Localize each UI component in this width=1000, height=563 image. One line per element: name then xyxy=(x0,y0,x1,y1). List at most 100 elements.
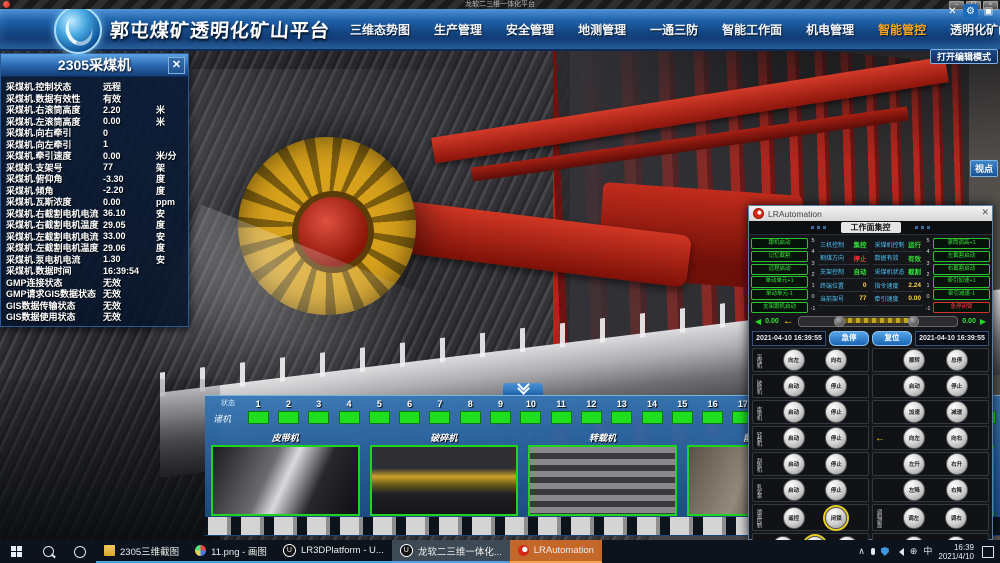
channel-cell: 6 xyxy=(394,396,424,432)
adjust-right-button[interactable]: 调右 xyxy=(945,507,967,529)
nav-item[interactable]: 一通三防 xyxy=(650,21,698,38)
security-shield-icon[interactable] xyxy=(881,547,889,556)
command-button[interactable]: 单动单元+1 xyxy=(751,276,808,287)
spray-remote-button[interactable]: 遥控 xyxy=(783,507,805,529)
channel-number: 3 xyxy=(316,399,321,409)
equipment-button[interactable]: 停止 xyxy=(946,375,968,397)
equipment-button[interactable]: 停止 xyxy=(825,427,847,449)
command-button[interactable]: 急停闭锁 xyxy=(933,302,990,313)
data-row: 采煤机.左截割电机电流 33.00 安 xyxy=(6,230,184,242)
gear-icon[interactable]: ⚙ xyxy=(963,4,978,19)
equipment-button[interactable]: 停止 xyxy=(825,479,847,501)
fullscreen-icon[interactable]: ▣ xyxy=(981,4,996,19)
command-button[interactable]: 远程启动 xyxy=(751,264,808,275)
equipment-button[interactable]: 启动 xyxy=(783,427,805,449)
nav-item[interactable]: 生产管理 xyxy=(434,21,482,38)
windows-logo-icon xyxy=(11,546,22,557)
equipment-button[interactable]: 右升 xyxy=(946,453,968,475)
equipment-button[interactable]: 减速 xyxy=(946,401,968,423)
taskbar-app[interactable]: U 龙软二三维一体化... xyxy=(392,540,510,563)
taskbar-app[interactable]: 2305三维截图 xyxy=(96,540,187,563)
notification-center-icon[interactable] xyxy=(982,546,994,558)
timestamp-left: 2021-04-10 16:39:55 xyxy=(752,331,826,346)
command-button[interactable]: 牵引加速+1 xyxy=(933,276,990,287)
status-value: 0.00 xyxy=(908,295,921,302)
command-button[interactable]: 滚筒调高+1 xyxy=(933,238,990,249)
equipment-button[interactable]: 左降 xyxy=(903,479,925,501)
status-cell: 牵引速度 0.00 xyxy=(873,292,924,306)
nav-item[interactable]: 三维态势图 xyxy=(350,21,410,38)
close-icon[interactable]: ✕ xyxy=(168,57,185,74)
speaker-icon[interactable] xyxy=(895,548,904,556)
reset-button[interactable]: 复位 xyxy=(872,331,912,346)
scale-tick: 4 xyxy=(926,250,929,256)
command-button[interactable]: 记忆截割 xyxy=(751,251,808,262)
nav-item[interactable]: 安全管理 xyxy=(506,21,554,38)
equipment-button[interactable]: 右降 xyxy=(946,479,968,501)
equipment-button[interactable]: 向右 xyxy=(946,427,968,449)
start-button[interactable] xyxy=(0,540,32,563)
status-label: 三机控制 xyxy=(820,240,844,249)
equipment-button[interactable]: 停止 xyxy=(825,453,847,475)
channel-number: 1 xyxy=(256,399,261,409)
slider-knob-left[interactable] xyxy=(834,316,845,327)
row-label: GIS数据使用状态 xyxy=(6,310,103,323)
equipment-button[interactable]: 向左 xyxy=(903,427,925,449)
equipment-button[interactable]: 停止 xyxy=(825,401,847,423)
cortana-button[interactable] xyxy=(64,540,96,563)
equipment-button[interactable]: 启动 xyxy=(783,401,805,423)
shearer-position-slider[interactable] xyxy=(798,316,958,327)
command-button[interactable]: 牵引减速-1 xyxy=(933,289,990,300)
camera-feed[interactable] xyxy=(370,445,519,516)
channel-status-block xyxy=(702,411,723,424)
equipment-button[interactable]: 启动 xyxy=(783,479,805,501)
taskbar-clock[interactable]: 16:39 2021/4/10 xyxy=(938,543,974,561)
close-icon[interactable]: ✕ xyxy=(981,207,989,218)
nav-item[interactable]: 智能工作面 xyxy=(722,21,782,38)
equipment-button[interactable]: 总停 xyxy=(946,349,968,371)
equipment-button[interactable]: 左升 xyxy=(903,453,925,475)
equipment-button[interactable]: 停止 xyxy=(825,375,847,397)
nav-item[interactable]: 智能管控 xyxy=(878,21,926,38)
nav-item[interactable]: 机电管理 xyxy=(806,21,854,38)
spray-lock-button[interactable]: 闭锁 xyxy=(825,507,847,529)
camera-feed[interactable] xyxy=(211,445,360,516)
taskbar-app[interactable]: LRAutomation xyxy=(510,540,602,563)
microphone-icon[interactable] xyxy=(871,548,875,555)
open-edit-mode-button[interactable]: 打开编辑模式 xyxy=(930,49,998,64)
command-button[interactable]: 支架跟机启动 xyxy=(751,302,808,313)
network-globe-icon[interactable]: ⊕ xyxy=(910,547,918,556)
adjust-left-button[interactable]: 调左 xyxy=(903,507,925,529)
tab-workface-control[interactable]: 工作面集控 xyxy=(841,222,901,233)
taskbar-search-button[interactable] xyxy=(32,540,64,563)
command-button[interactable]: 跟机启动 xyxy=(751,238,808,249)
equipment-button[interactable]: 向左 xyxy=(783,349,805,371)
equipment-button[interactable]: 启动 xyxy=(783,453,805,475)
collapse-panel-button[interactable] xyxy=(503,383,543,395)
nav-item[interactable]: 地测管理 xyxy=(578,21,626,38)
command-button[interactable]: 单动单元-1 xyxy=(751,289,808,300)
platform-title: 郭屯煤矿透明化矿山平台 xyxy=(109,16,331,43)
camera-feed[interactable] xyxy=(528,445,677,516)
hidden-icons-chevron[interactable]: ∧ xyxy=(858,547,865,556)
channel-status-block xyxy=(551,411,572,424)
command-button[interactable]: 左截割启动 xyxy=(933,251,990,262)
taskbar-app[interactable]: 11.png - 画图 xyxy=(187,540,275,563)
channel-status-block xyxy=(429,411,450,424)
equipment-button[interactable]: 启动 xyxy=(783,375,805,397)
tools-icon[interactable]: ✕ xyxy=(945,4,960,19)
equipment-button[interactable]: 加速 xyxy=(903,401,925,423)
ime-indicator[interactable]: 中 xyxy=(923,547,932,556)
status-label: 割煤方向 xyxy=(820,253,844,262)
nav-item[interactable]: 透明化矿山 xyxy=(950,21,1000,38)
equipment-button[interactable]: 顺转 xyxy=(903,349,925,371)
channel-number: 13 xyxy=(617,399,627,409)
estop-button[interactable]: 急停 xyxy=(829,331,869,346)
equipment-button[interactable]: 启动 xyxy=(903,375,925,397)
viewpoint-tab[interactable]: 视点 xyxy=(970,160,998,177)
command-button[interactable]: 右截割启动 xyxy=(933,264,990,275)
taskbar-app[interactable]: U LR3DPlatform - U... xyxy=(275,540,392,563)
equipment-button[interactable]: 向右 xyxy=(825,349,847,371)
channel-number: 2 xyxy=(286,399,291,409)
slider-knob-right[interactable] xyxy=(908,316,919,327)
